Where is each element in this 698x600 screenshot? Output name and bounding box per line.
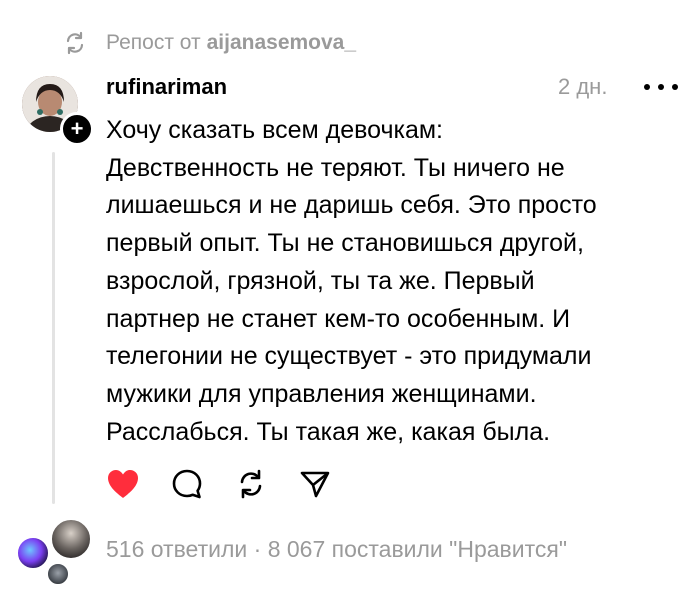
- repost-button[interactable]: [234, 467, 268, 501]
- more-dot: [658, 84, 664, 90]
- post-stats: 516 ответили · 8 067 поставили "Нравится…: [106, 536, 567, 563]
- plus-icon: +: [70, 116, 84, 141]
- post-text-line: Девственность не теряют. Ты ничего не: [106, 153, 565, 182]
- post-text-line: взрослой, грязной, ты та же. Первый: [106, 266, 535, 295]
- post-text-line: Расслабься. Ты такая же, какая была.: [106, 417, 551, 446]
- post-body: Хочу сказать всем девочкам: Девственност…: [106, 112, 681, 451]
- replier-avatars[interactable]: [16, 518, 96, 586]
- post-text-line: лишаешься и не даришь себя. Это просто: [106, 191, 597, 220]
- repost-icon: [62, 30, 88, 56]
- avatar[interactable]: [50, 518, 92, 560]
- replies-count-link[interactable]: 516 ответили: [106, 536, 247, 562]
- avatar[interactable]: [46, 562, 70, 586]
- repost-prefix: Репост от: [106, 31, 201, 54]
- more-dots-icon: [644, 84, 650, 90]
- post-username[interactable]: rufinariman: [106, 74, 227, 100]
- post-text-line: Хочу сказать всем девочкам:: [106, 116, 443, 144]
- likes-count-link[interactable]: 8 067 поставили "Нравится": [268, 536, 567, 562]
- author-avatar-container[interactable]: +: [22, 76, 94, 146]
- post-text-line: мужики для управления женщинами.: [106, 379, 537, 408]
- more-options-button[interactable]: [644, 76, 678, 98]
- repost-icon: [240, 469, 262, 499]
- avatar[interactable]: [16, 536, 50, 570]
- repost-header: Репост от aijanasemova_: [62, 28, 356, 58]
- post-text-line: телегонии не существует - это придумали: [106, 342, 592, 371]
- more-dot: [672, 84, 678, 90]
- thread-line: [52, 152, 55, 504]
- like-button[interactable]: [106, 467, 140, 501]
- post-timestamp: 2 дн.: [558, 74, 608, 99]
- share-button[interactable]: [298, 467, 332, 501]
- repost-author-link[interactable]: aijanasemova_: [207, 31, 356, 55]
- post-text-line: первый опыт. Ты не становишься другой,: [106, 229, 584, 258]
- action-bar: [106, 464, 362, 504]
- follow-button[interactable]: +: [60, 112, 94, 146]
- stats-separator: ·: [253, 536, 262, 562]
- send-icon: [300, 471, 330, 498]
- post-text-line: партнер не станет кем-то особенным. И: [106, 304, 571, 333]
- heart-icon: [108, 470, 138, 498]
- reply-button[interactable]: [170, 467, 204, 501]
- comment-icon: [172, 469, 202, 499]
